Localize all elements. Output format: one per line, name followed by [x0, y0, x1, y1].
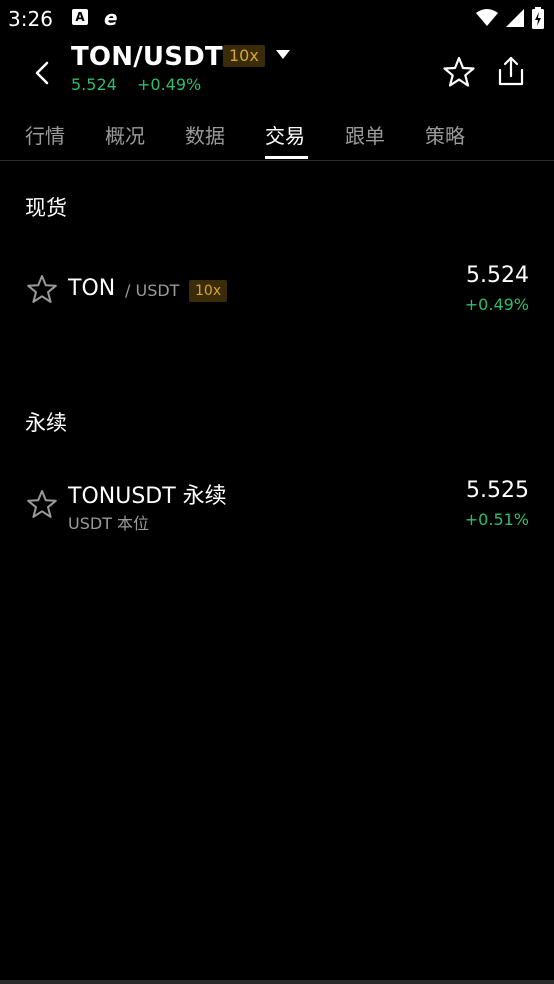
wifi-icon — [476, 9, 498, 26]
navigation-bar-edge — [0, 980, 554, 984]
browser-notification-icon: e — [104, 6, 118, 30]
status-indicators — [476, 7, 544, 29]
status-time: 3:26 — [8, 7, 53, 31]
spot-quote: / USDT — [125, 281, 180, 300]
battery-icon — [532, 7, 544, 29]
perpetual-subtitle: USDT 本位 — [68, 514, 150, 533]
header-price: 5.524 — [71, 75, 117, 94]
back-arrow-icon[interactable] — [28, 58, 58, 88]
pair-header: TON/USDT 10x 5.524 +0.49% — [0, 36, 554, 108]
tab-data[interactable]: 数据 — [185, 120, 225, 149]
tab-copy-trading[interactable]: 跟单 — [345, 120, 385, 149]
section-title-spot: 现货 — [25, 196, 67, 220]
status-bar: 3:26 A e — [0, 0, 554, 36]
spot-price: 5.524 — [466, 263, 529, 288]
tab-overview[interactable]: 概况 — [105, 120, 145, 149]
header-change: +0.49% — [137, 75, 202, 94]
perpetual-price: 5.525 — [466, 478, 529, 503]
app-notification-icon: A — [72, 9, 88, 25]
perpetual-name: TONUSDT 永续 — [68, 484, 227, 509]
leverage-badge: 10x — [223, 45, 265, 67]
tab-market[interactable]: 行情 — [25, 120, 65, 149]
favorite-star-icon[interactable] — [442, 55, 476, 89]
spot-change: +0.49% — [464, 295, 529, 314]
perpetual-change: +0.51% — [464, 510, 529, 529]
pair-title[interactable]: TON/USDT — [71, 42, 223, 72]
tab-trade[interactable]: 交易 — [265, 120, 305, 149]
active-tab-indicator — [265, 156, 308, 159]
detail-tabs: 行情 概况 数据 交易 跟单 策略 — [0, 108, 554, 161]
dropdown-triangle-icon[interactable] — [276, 50, 290, 59]
spot-name: TON — [68, 276, 116, 301]
favorite-star-icon[interactable] — [26, 273, 58, 305]
share-icon[interactable] — [494, 54, 528, 88]
favorite-star-icon[interactable] — [26, 488, 58, 520]
section-title-perpetual: 永续 — [25, 411, 67, 435]
signal-icon — [506, 9, 524, 27]
tab-strategy[interactable]: 策略 — [425, 120, 465, 149]
spot-leverage-badge: 10x — [189, 280, 228, 302]
